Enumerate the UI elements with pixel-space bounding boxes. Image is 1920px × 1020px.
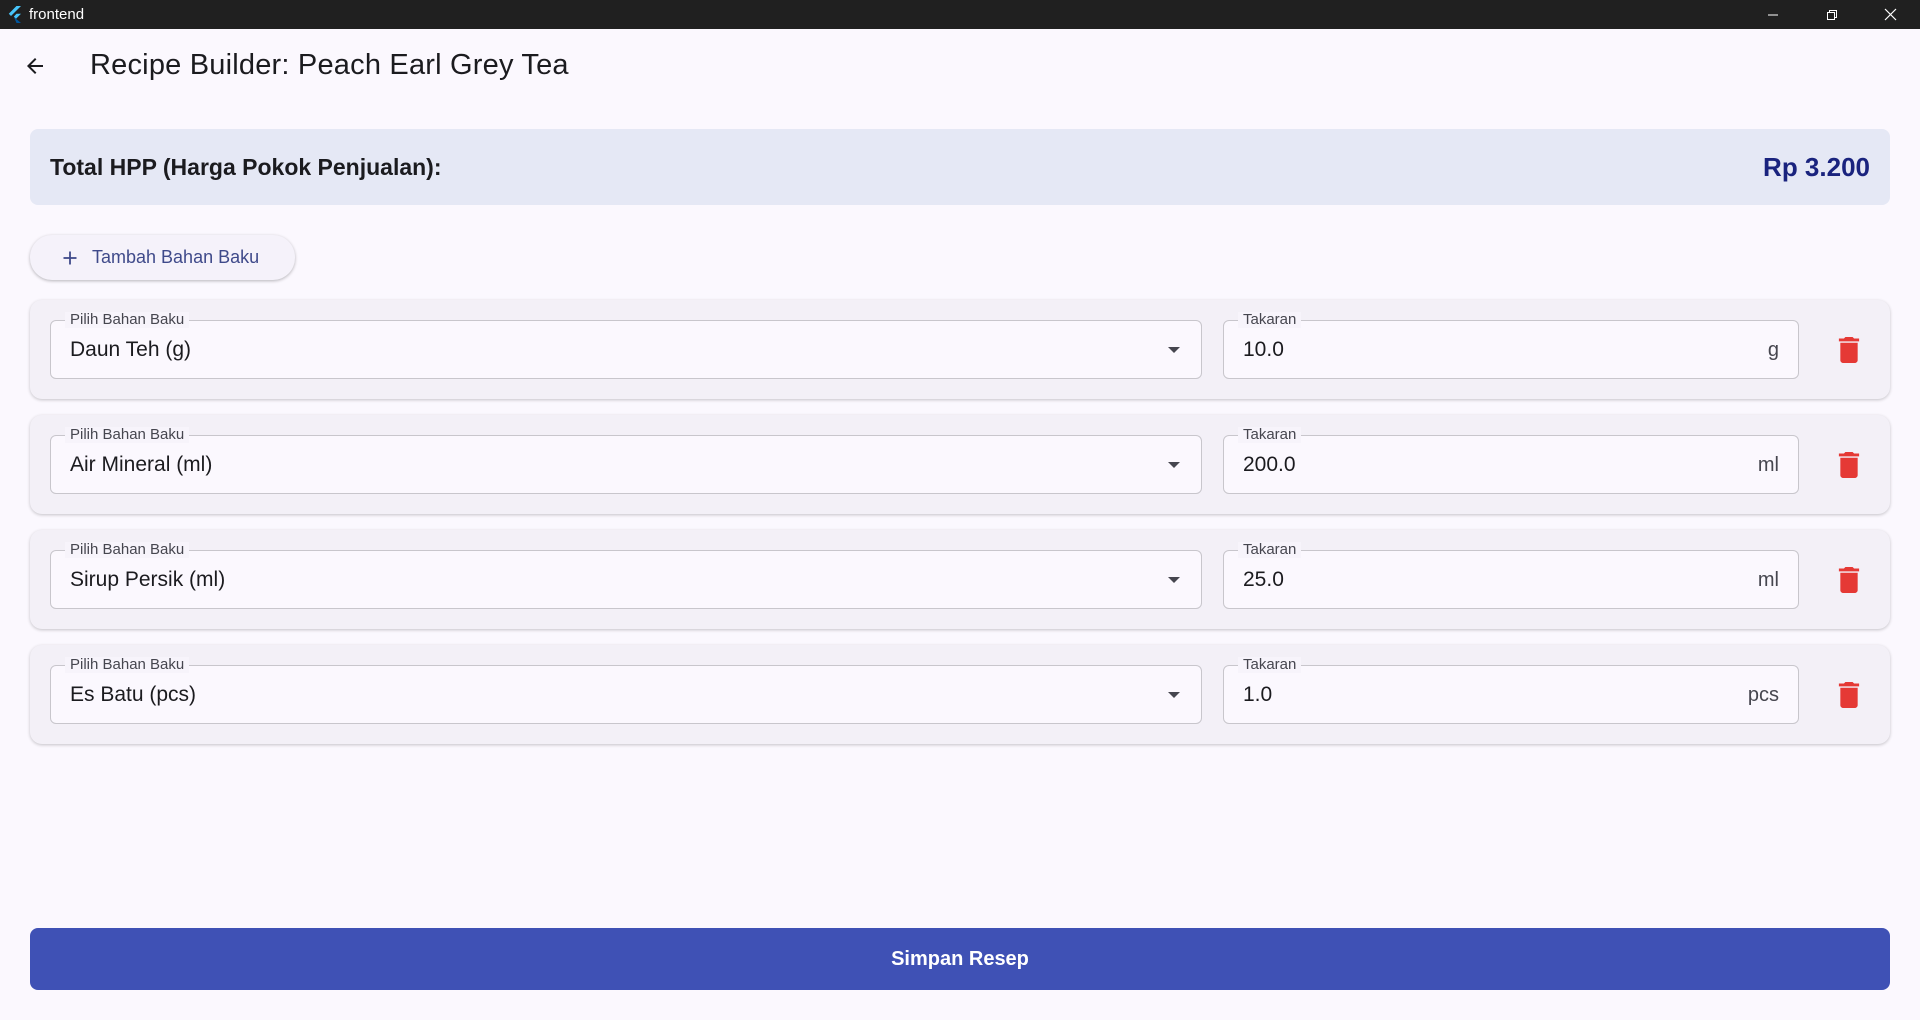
page-title: Recipe Builder: Peach Earl Grey Tea — [90, 49, 569, 81]
dropdown-arrow-icon — [1165, 456, 1183, 474]
ingredient-card: Pilih Bahan Baku Air Mineral (ml) Takara… — [30, 415, 1890, 514]
trash-icon — [1838, 337, 1860, 363]
quantity-input[interactable]: Takaran 1.0 pcs — [1223, 657, 1799, 724]
trash-icon — [1838, 682, 1860, 708]
hpp-value: Rp 3.200 — [1763, 151, 1870, 182]
window-titlebar: frontend — [0, 0, 1920, 29]
hpp-summary-card: Total HPP (Harga Pokok Penjualan): Rp 3.… — [30, 129, 1890, 205]
ingredient-select-label: Pilih Bahan Baku — [65, 542, 190, 558]
trash-icon — [1838, 452, 1860, 478]
delete-ingredient-button[interactable] — [1829, 330, 1869, 370]
quantity-label: Takaran — [1238, 542, 1302, 558]
dropdown-arrow-icon — [1165, 686, 1183, 704]
quantity-label: Takaran — [1238, 312, 1302, 328]
ingredient-card: Pilih Bahan Baku Sirup Persik (ml) Takar… — [30, 530, 1890, 629]
ingredient-select-label: Pilih Bahan Baku — [65, 427, 190, 443]
ingredient-select[interactable]: Pilih Bahan Baku Sirup Persik (ml) — [50, 542, 1202, 609]
ingredient-card: Pilih Bahan Baku Es Batu (pcs) Takaran 1… — [30, 645, 1890, 744]
plus-icon — [63, 251, 77, 264]
ingredient-select-label: Pilih Bahan Baku — [65, 312, 190, 328]
save-recipe-label: Simpan Resep — [891, 947, 1029, 970]
close-icon — [1884, 8, 1897, 21]
delete-ingredient-button[interactable] — [1829, 560, 1869, 600]
minimize-button[interactable] — [1743, 0, 1802, 29]
hpp-label: Total HPP (Harga Pokok Penjualan): — [50, 153, 442, 180]
quantity-label: Takaran — [1238, 427, 1302, 443]
flutter-logo-icon — [0, 0, 29, 29]
trash-icon — [1838, 567, 1860, 593]
window-title: frontend — [29, 6, 85, 23]
quantity-value: 200.0 — [1243, 453, 1296, 476]
ingredient-card: Pilih Bahan Baku Daun Teh (g) Takaran 10… — [30, 300, 1890, 399]
unit-suffix: ml — [1757, 569, 1779, 591]
close-window-button[interactable] — [1861, 0, 1920, 29]
quantity-input[interactable]: Takaran 25.0 ml — [1223, 542, 1799, 609]
unit-suffix: ml — [1757, 454, 1779, 476]
add-ingredient-button[interactable]: Tambah Bahan Baku — [30, 235, 295, 280]
back-button[interactable] — [15, 46, 55, 86]
quantity-input[interactable]: Takaran 200.0 ml — [1223, 427, 1799, 494]
ingredient-select[interactable]: Pilih Bahan Baku Daun Teh (g) — [50, 312, 1202, 379]
unit-suffix: g — [1767, 339, 1779, 361]
delete-ingredient-button[interactable] — [1829, 675, 1869, 715]
ingredient-select[interactable]: Pilih Bahan Baku Es Batu (pcs) — [50, 657, 1202, 724]
ingredient-select-value: Sirup Persik (ml) — [70, 568, 226, 591]
ingredient-select-value: Air Mineral (ml) — [70, 453, 213, 476]
ingredient-select-value: Daun Teh (g) — [70, 338, 192, 361]
app-bar: Recipe Builder: Peach Earl Grey Tea — [0, 29, 1920, 100]
quantity-input[interactable]: Takaran 10.0 g — [1223, 312, 1799, 379]
ingredient-select-label: Pilih Bahan Baku — [65, 657, 190, 673]
arrow-back-icon — [27, 58, 43, 74]
minimize-icon — [1767, 14, 1778, 15]
restore-icon — [1826, 9, 1837, 20]
quantity-label: Takaran — [1238, 657, 1302, 673]
delete-ingredient-button[interactable] — [1829, 445, 1869, 485]
ingredient-select-value: Es Batu (pcs) — [70, 683, 197, 706]
quantity-value: 25.0 — [1243, 568, 1284, 591]
quantity-value: 10.0 — [1243, 338, 1284, 361]
add-ingredient-label: Tambah Bahan Baku — [92, 247, 260, 267]
dropdown-arrow-icon — [1165, 571, 1183, 589]
restore-button[interactable] — [1802, 0, 1861, 29]
save-recipe-button[interactable]: Simpan Resep — [30, 928, 1890, 990]
unit-suffix: pcs — [1747, 684, 1779, 706]
dropdown-arrow-icon — [1165, 341, 1183, 359]
ingredient-select[interactable]: Pilih Bahan Baku Air Mineral (ml) — [50, 427, 1202, 494]
quantity-value: 1.0 — [1243, 683, 1273, 706]
